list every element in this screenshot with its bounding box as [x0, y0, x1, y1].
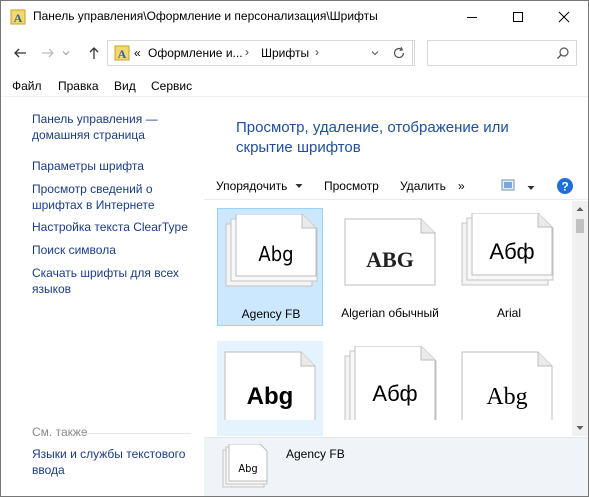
font-tile-arial[interactable]: Абф Arial: [456, 208, 562, 326]
font-tile-algerian[interactable]: ABG Algerian обычный: [337, 208, 443, 326]
preview-button[interactable]: Просмотр: [324, 179, 379, 193]
up-button[interactable]: [83, 42, 105, 64]
chevron-down-icon: [527, 186, 535, 190]
font-name: Arial: [496, 306, 521, 320]
address-history-button[interactable]: [364, 41, 386, 65]
window-title: Панель управления\Оформление и персонали…: [33, 9, 378, 23]
help-button[interactable]: ?: [556, 177, 574, 198]
font-name: Algerian обычный: [341, 306, 439, 320]
delete-button[interactable]: Удалить: [400, 179, 446, 193]
font-name: Agency FB: [241, 307, 301, 321]
svg-text:A: A: [118, 47, 127, 61]
search-icon: [557, 47, 569, 59]
help-icon: ?: [557, 178, 573, 194]
maximize-button[interactable]: [495, 1, 541, 33]
fonts-folder-icon: A: [114, 45, 130, 61]
fonts-window: A Панель управления\Оформление и персона…: [0, 0, 589, 497]
breadcrumb-fonts[interactable]: Шрифты: [261, 46, 309, 60]
organize-label: Упорядочить: [216, 179, 288, 193]
font-file-icon: Abg: [461, 351, 553, 420]
vertical-scrollbar[interactable]: [572, 201, 588, 436]
scroll-thumb[interactable]: [576, 219, 584, 233]
breadcrumb-overflow[interactable]: «: [134, 46, 141, 60]
font-sample-text: Abg: [486, 384, 527, 410]
more-commands-button[interactable]: »: [458, 179, 465, 193]
help-glyph: ?: [561, 180, 568, 194]
font-sample-text: Abg: [258, 242, 293, 266]
details-pane: Abg Agency FB: [204, 437, 588, 496]
font-info-online-link[interactable]: Просмотр сведений о шрифтах в Интернете: [32, 181, 197, 213]
task-pane: Панель управления — домашняя страница Па…: [1, 97, 201, 496]
refresh-button[interactable]: [385, 40, 413, 66]
breadcrumb-appearance[interactable]: Оформление и...: [148, 46, 243, 60]
font-tile[interactable]: Abg: [456, 341, 562, 436]
breadcrumb-chevron-icon[interactable]: ›: [245, 45, 249, 59]
page-heading: Просмотр, удаление, отображение или скры…: [236, 119, 509, 156]
recent-locations-button[interactable]: [59, 42, 73, 64]
font-sample-text: Абф: [489, 239, 534, 264]
scroll-down-icon[interactable]: [576, 425, 584, 431]
maximize-icon: [513, 12, 523, 22]
chevron-down-icon: [371, 51, 379, 56]
cleartype-link[interactable]: Настройка текста ClearType: [32, 219, 197, 235]
font-tile-agency-fb[interactable]: Abg Agency FB: [217, 208, 323, 326]
menu-view[interactable]: Вид: [114, 79, 136, 93]
view-icon: [501, 179, 515, 191]
svg-text:A: A: [14, 11, 23, 25]
menu-tools[interactable]: Сервис: [151, 79, 192, 93]
breadcrumb-chevron-icon[interactable]: ›: [315, 45, 319, 59]
font-file-icon: ABG: [344, 218, 436, 286]
minimize-icon: [467, 17, 477, 18]
font-file-icon: Абф: [461, 213, 554, 286]
fonts-grid: Abg Agency FB ABG Algerian обычный Абф A…: [204, 201, 572, 436]
chevron-down-icon: [62, 51, 70, 56]
font-file-icon: Abg: [224, 351, 316, 420]
menu-file[interactable]: Файл: [12, 79, 42, 93]
back-arrow-icon: [14, 48, 26, 58]
text-input-services-link[interactable]: Языки и службы текстового ввода: [32, 446, 197, 478]
close-button[interactable]: [541, 1, 587, 33]
font-file-icon: Abg: [222, 444, 268, 488]
chevron-down-icon: [295, 184, 303, 188]
navigation-bar: A « Оформление и... › Шрифты ›: [1, 33, 588, 71]
minimize-button[interactable]: [449, 1, 495, 33]
font-sample-text: Абф: [372, 381, 417, 406]
title-bar: A Панель управления\Оформление и персона…: [1, 1, 588, 33]
font-sample-text: Abg: [247, 383, 294, 410]
scroll-up-icon[interactable]: [576, 206, 584, 212]
fonts-folder-icon: A: [10, 9, 26, 25]
details-font-name: Agency FB: [286, 447, 345, 461]
see-also-divider: [81, 433, 191, 434]
organize-button[interactable]: Упорядочить: [216, 179, 303, 193]
details-sample-text: Abg: [238, 462, 257, 475]
search-input[interactable]: [427, 40, 577, 66]
font-file-icon: Abg: [225, 214, 318, 287]
font-settings-link[interactable]: Параметры шрифта: [32, 158, 197, 174]
see-also-label: См. также: [32, 425, 88, 439]
change-view-button[interactable]: [501, 178, 517, 195]
control-panel-home-link[interactable]: Панель управления — домашняя страница: [32, 111, 197, 143]
refresh-icon: [393, 46, 404, 59]
font-sample-text: ABG: [366, 247, 414, 272]
command-bar: Упорядочить Просмотр Удалить » ?: [204, 172, 588, 200]
back-button[interactable]: [9, 42, 31, 64]
font-file-icon: Абф: [344, 346, 437, 420]
up-arrow-icon: [89, 47, 99, 59]
menu-bar: Файл Правка Вид Сервис: [1, 75, 588, 97]
font-tile[interactable]: Abg: [217, 341, 323, 436]
view-options-button[interactable]: [527, 181, 535, 195]
menu-edit[interactable]: Правка: [58, 79, 99, 93]
forward-button[interactable]: [37, 42, 59, 64]
download-fonts-link[interactable]: Скачать шрифты для всех языков: [32, 265, 197, 297]
find-character-link[interactable]: Поиск символа: [32, 242, 197, 258]
font-tile[interactable]: Абф: [337, 341, 443, 436]
forward-arrow-icon: [42, 48, 54, 58]
close-icon: [558, 11, 570, 23]
address-bar[interactable]: A « Оформление и... › Шрифты ›: [107, 40, 415, 66]
